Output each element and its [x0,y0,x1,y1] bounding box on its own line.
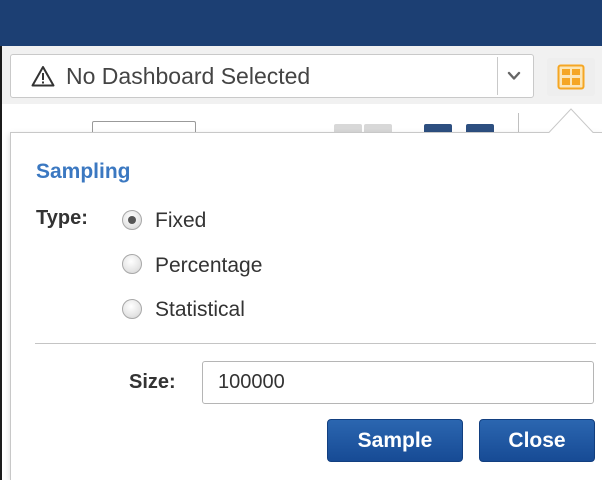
sample-button[interactable]: Sample [327,419,463,462]
close-button[interactable]: Close [479,419,595,462]
warning-icon [31,66,55,87]
sampling-title: Sampling [36,160,131,183]
dropdown-divider [497,57,498,95]
dashboard-selector-value: No Dashboard Selected [66,63,311,89]
top-header-bar [0,0,602,46]
section-divider [35,343,596,344]
radio-label-percentage[interactable]: Percentage [155,254,262,278]
dashboard-grid-icon [557,64,585,90]
radio-percentage[interactable] [122,254,142,274]
dashboard-layout-button[interactable] [547,58,595,96]
dashboard-selector[interactable]: No Dashboard Selected [10,54,534,98]
chevron-down-icon[interactable] [505,68,523,84]
radio-statistical[interactable] [122,299,142,319]
size-input[interactable] [202,361,594,404]
size-label: Size: [129,371,176,393]
popover-caret [548,108,594,134]
radio-label-fixed[interactable]: Fixed [155,209,206,233]
type-label: Type: [36,207,88,229]
radio-fixed[interactable] [122,210,142,230]
radio-label-statistical[interactable]: Statistical [155,298,245,322]
